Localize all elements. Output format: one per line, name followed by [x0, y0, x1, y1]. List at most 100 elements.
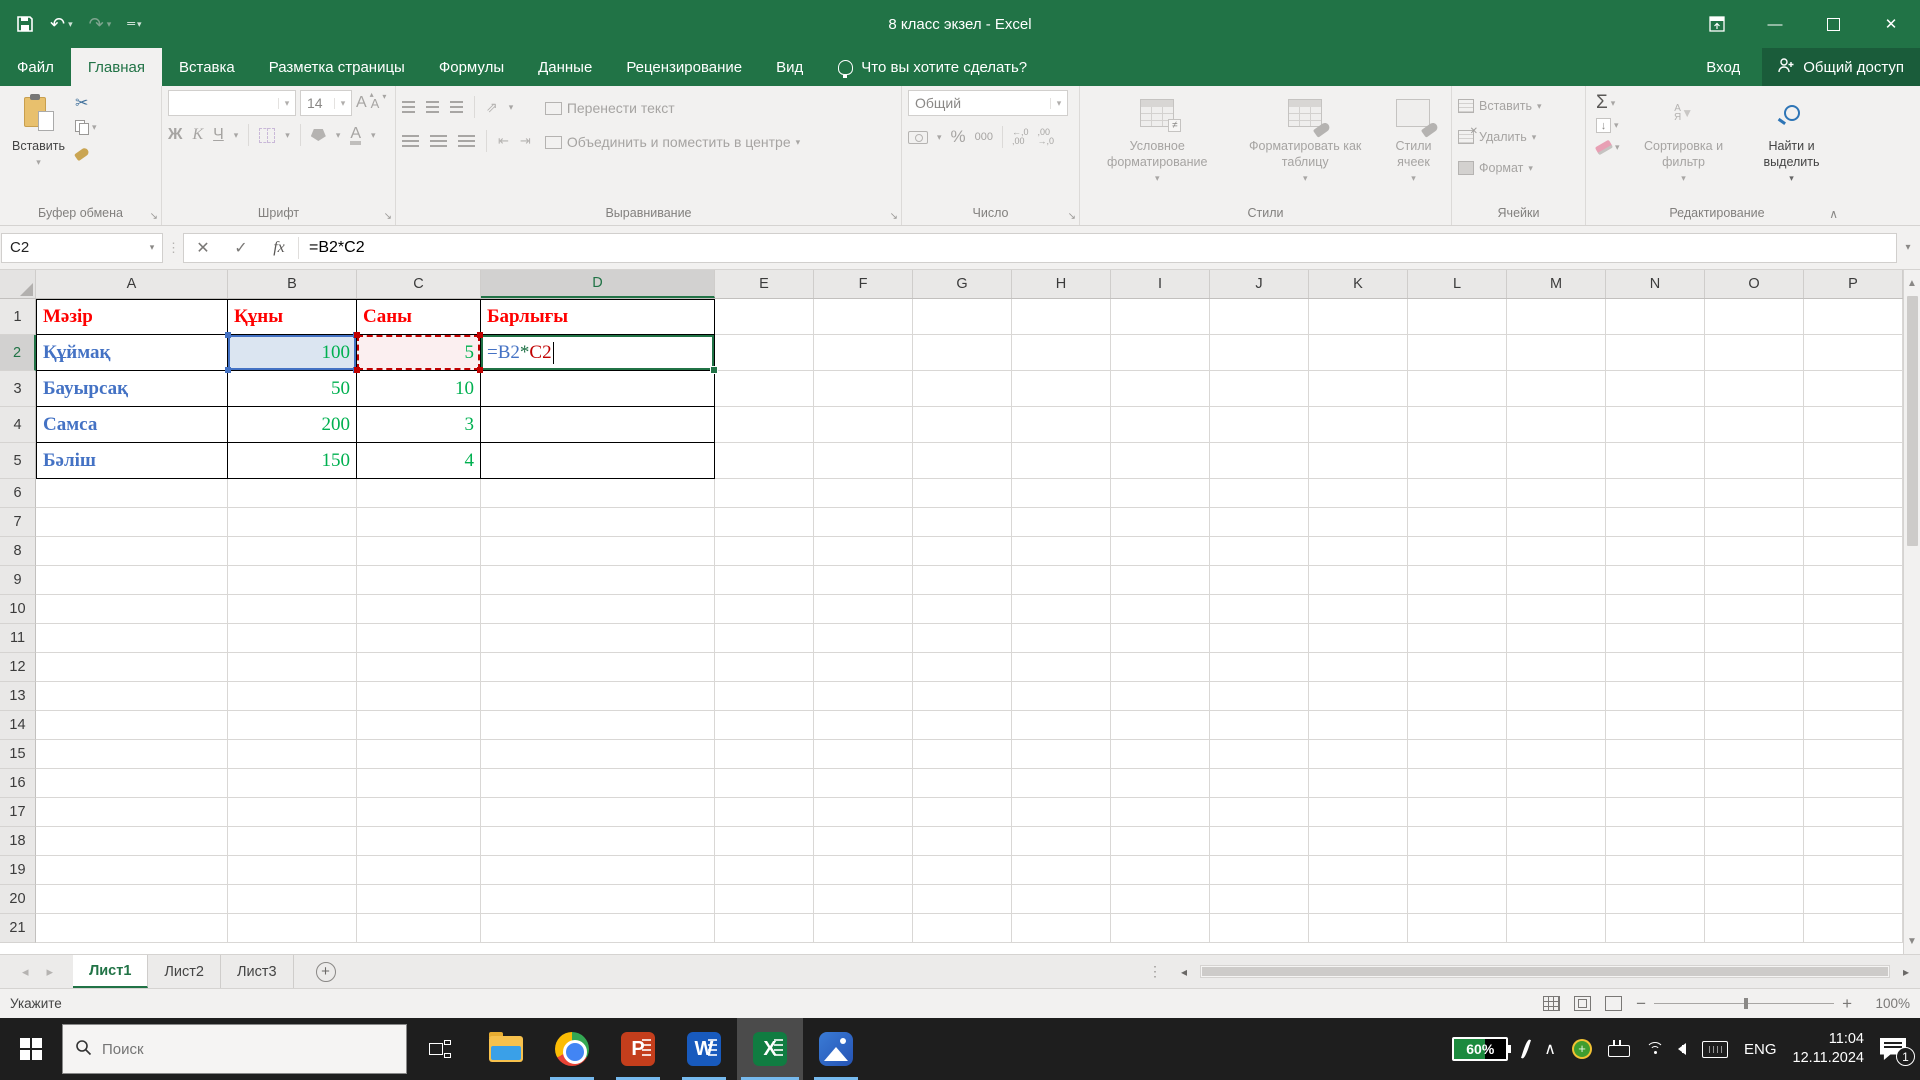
cell-I10[interactable]	[1111, 595, 1210, 624]
cell-B17[interactable]	[228, 798, 357, 827]
increase-font-icon[interactable]: А ▴	[356, 90, 374, 112]
cell-C21[interactable]	[357, 914, 481, 943]
font-size-combo[interactable]: 14 ▾	[300, 90, 352, 116]
cell-J15[interactable]	[1210, 740, 1309, 769]
cell-I17[interactable]	[1111, 798, 1210, 827]
cell-K2[interactable]	[1309, 335, 1408, 371]
cell-F17[interactable]	[814, 798, 913, 827]
column-header-C[interactable]: C	[357, 270, 481, 298]
cell-A8[interactable]	[36, 537, 228, 566]
cell-G10[interactable]	[913, 595, 1012, 624]
undo-icon[interactable]: ↶ ▾	[50, 14, 73, 35]
cell-I8[interactable]	[1111, 537, 1210, 566]
cell-N3[interactable]	[1606, 371, 1705, 407]
cell-N8[interactable]	[1606, 537, 1705, 566]
row-header-18[interactable]: 18	[0, 827, 36, 856]
cell-F16[interactable]	[814, 769, 913, 798]
cell-N11[interactable]	[1606, 624, 1705, 653]
cell-P16[interactable]	[1804, 769, 1903, 798]
cell-H17[interactable]	[1012, 798, 1111, 827]
cell-H14[interactable]	[1012, 711, 1111, 740]
expand-formula-bar-icon[interactable]: ▾	[1897, 242, 1919, 253]
cell-A17[interactable]	[36, 798, 228, 827]
wifi-icon[interactable]	[1645, 1041, 1666, 1057]
row-header-19[interactable]: 19	[0, 856, 36, 885]
cell-M15[interactable]	[1507, 740, 1606, 769]
cell-F8[interactable]	[814, 537, 913, 566]
cell-E21[interactable]	[715, 914, 814, 943]
row-header-12[interactable]: 12	[0, 653, 36, 682]
cell-H10[interactable]	[1012, 595, 1111, 624]
cell-J10[interactable]	[1210, 595, 1309, 624]
fill-button[interactable]: ↓ ▾	[1596, 116, 1620, 134]
cell-L13[interactable]	[1408, 682, 1507, 711]
cell-N5[interactable]	[1606, 443, 1705, 479]
cell-E7[interactable]	[715, 508, 814, 537]
cell-M4[interactable]	[1507, 407, 1606, 443]
cell-F2[interactable]	[814, 335, 913, 371]
cell-D13[interactable]	[481, 682, 715, 711]
cell-A20[interactable]	[36, 885, 228, 914]
cell-N14[interactable]	[1606, 711, 1705, 740]
underline-button[interactable]: Ч	[213, 126, 224, 144]
cell-K13[interactable]	[1309, 682, 1408, 711]
cell-P19[interactable]	[1804, 856, 1903, 885]
name-box-input[interactable]	[2, 239, 122, 256]
cell-A9[interactable]	[36, 566, 228, 595]
row-header-3[interactable]: 3	[0, 371, 36, 407]
autosum-button[interactable]: Σ ▾	[1596, 92, 1620, 113]
cell-I16[interactable]	[1111, 769, 1210, 798]
cell-D14[interactable]	[481, 711, 715, 740]
cell-G1[interactable]	[913, 299, 1012, 335]
tab-file[interactable]: Файл	[0, 48, 71, 86]
cell-P20[interactable]	[1804, 885, 1903, 914]
cell-L15[interactable]	[1408, 740, 1507, 769]
row-header-13[interactable]: 13	[0, 682, 36, 711]
accounting-format-icon[interactable]	[908, 130, 928, 144]
merge-center-button[interactable]: Объединить и поместить в центре ▾	[544, 130, 800, 154]
cell-F11[interactable]	[814, 624, 913, 653]
cell-K5[interactable]	[1309, 443, 1408, 479]
cell-M13[interactable]	[1507, 682, 1606, 711]
chevron-down-icon[interactable]: ▾	[142, 242, 162, 253]
cell-L9[interactable]	[1408, 566, 1507, 595]
cell-K12[interactable]	[1309, 653, 1408, 682]
scroll-up-icon[interactable]: ▲	[1907, 270, 1917, 296]
cell-J21[interactable]	[1210, 914, 1309, 943]
cell-O3[interactable]	[1705, 371, 1804, 407]
cell-L4[interactable]	[1408, 407, 1507, 443]
antivirus-icon[interactable]	[1571, 1039, 1592, 1059]
cell-P14[interactable]	[1804, 711, 1903, 740]
row-header-10[interactable]: 10	[0, 595, 36, 624]
zoom-slider-thumb[interactable]	[1744, 997, 1749, 1009]
cell-H13[interactable]	[1012, 682, 1111, 711]
row-header-14[interactable]: 14	[0, 711, 36, 740]
cell-C20[interactable]	[357, 885, 481, 914]
tab-Формулы[interactable]: Формулы	[422, 48, 521, 86]
taskbar-app-explorer[interactable]	[473, 1018, 539, 1080]
cell-C2[interactable]: 5	[354, 332, 483, 373]
delete-cells-button[interactable]: ✕ Удалить ▾	[1458, 125, 1579, 149]
cell-J20[interactable]	[1210, 885, 1309, 914]
task-view-button[interactable]	[407, 1018, 473, 1080]
cell-F9[interactable]	[814, 566, 913, 595]
cell-P12[interactable]	[1804, 653, 1903, 682]
cell-M10[interactable]	[1507, 595, 1606, 624]
cell-P4[interactable]	[1804, 407, 1903, 443]
increase-indent-icon[interactable]: ⇥	[520, 133, 531, 149]
cell-F1[interactable]	[814, 299, 913, 335]
format-as-table-button[interactable]: Форматировать как таблицу ▾	[1242, 90, 1367, 204]
cell-H5[interactable]	[1012, 443, 1111, 479]
cell-C8[interactable]	[357, 537, 481, 566]
cell-A1[interactable]: Мәзір	[36, 299, 228, 335]
cell-I13[interactable]	[1111, 682, 1210, 711]
collapse-ribbon-icon[interactable]: ∧	[1829, 207, 1838, 221]
row-header-6[interactable]: 6	[0, 479, 36, 508]
cell-D10[interactable]	[481, 595, 715, 624]
cell-N6[interactable]	[1606, 479, 1705, 508]
tab-Разметка страницы[interactable]: Разметка страницы	[252, 48, 422, 86]
share-button[interactable]: Общий доступ	[1762, 48, 1920, 86]
cell-N1[interactable]	[1606, 299, 1705, 335]
cell-E18[interactable]	[715, 827, 814, 856]
cell-G20[interactable]	[913, 885, 1012, 914]
